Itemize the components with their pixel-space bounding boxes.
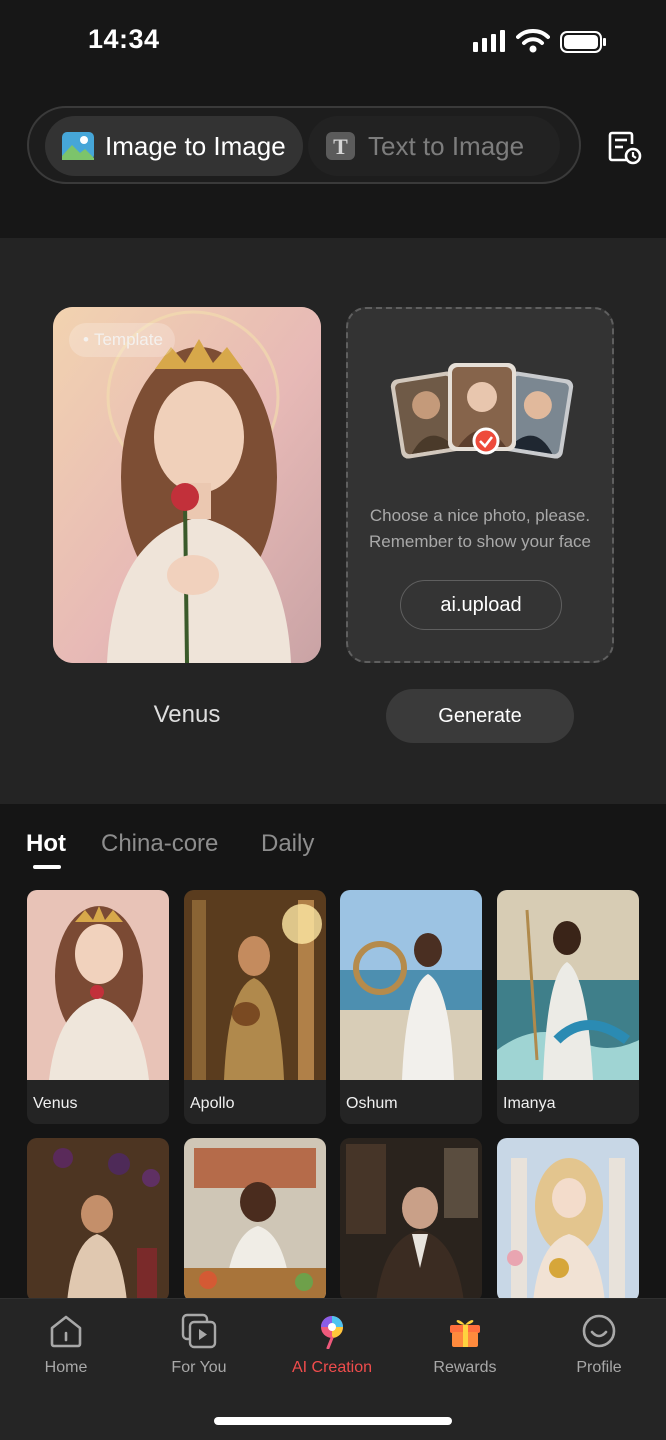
template-caption: Oshum	[346, 1095, 398, 1112]
home-indicator	[214, 1417, 452, 1425]
template-card[interactable]	[497, 1138, 639, 1302]
princess-thumbnail	[497, 1138, 639, 1302]
top-header: Image to Image T Text to Image	[0, 90, 666, 238]
history-icon[interactable]	[606, 130, 642, 166]
category-section: Hot China-core Daily Venus Apollo Oshum …	[0, 804, 666, 1302]
battery-icon	[560, 31, 606, 53]
gentleman-thumbnail	[340, 1138, 482, 1302]
status-bar: 14:34	[0, 0, 666, 90]
template-card[interactable]	[27, 1138, 169, 1302]
status-time: 14:34	[88, 24, 160, 54]
market-thumbnail	[184, 1138, 326, 1302]
imanya-thumbnail	[497, 890, 639, 1080]
mode-switch: Image to Image T Text to Image	[27, 106, 581, 184]
text-icon: T	[326, 132, 355, 160]
template-card[interactable]	[340, 1138, 482, 1302]
category-tab-hot[interactable]: Hot	[26, 830, 66, 858]
template-venus[interactable]: Venus	[27, 890, 169, 1124]
upload-card[interactable]: Choose a nice photo, please. Remember to…	[346, 307, 614, 663]
apollo-thumbnail	[184, 890, 326, 1080]
tab-label: Image to Image	[105, 130, 286, 161]
template-apollo[interactable]: Apollo	[184, 890, 326, 1124]
nav-for-you[interactable]: For You	[139, 1313, 259, 1383]
oshum-thumbnail	[340, 890, 482, 1080]
nav-label: Home	[44, 1359, 88, 1376]
template-card[interactable]	[184, 1138, 326, 1302]
venus-template-image	[53, 307, 321, 663]
template-caption: Imanya	[503, 1095, 556, 1112]
nav-label: Profile	[576, 1359, 622, 1376]
upload-hint: Choose a nice photo, please. Remember to…	[348, 503, 612, 555]
signal-icon	[473, 30, 505, 52]
gift-icon	[450, 1320, 480, 1347]
template-oshum[interactable]: Oshum	[340, 890, 482, 1124]
sample-photos-icon	[390, 363, 574, 459]
upload-hint-line: Remember to show your face	[368, 532, 592, 551]
template-card[interactable]: Template	[53, 307, 321, 663]
template-caption: Apollo	[190, 1095, 235, 1112]
svg-text:T: T	[333, 134, 348, 159]
template-badge: Template	[69, 323, 175, 357]
generate-button[interactable]: Generate	[386, 689, 574, 743]
upload-button[interactable]: ai.upload	[400, 580, 562, 630]
image-icon	[62, 132, 94, 160]
for-you-icon	[181, 1313, 217, 1349]
nav-rewards[interactable]: Rewards	[405, 1313, 525, 1383]
home-icon	[50, 1315, 82, 1348]
venus-thumbnail	[27, 890, 169, 1080]
bottom-nav: Home For You AI Creation Rewards Profile	[0, 1298, 666, 1440]
nav-label: Rewards	[433, 1359, 497, 1376]
tab-image-to-image[interactable]: Image to Image	[45, 116, 303, 176]
nav-label: For You	[171, 1359, 227, 1376]
nav-label: AI Creation	[291, 1359, 373, 1376]
template-caption: Venus	[33, 1095, 78, 1112]
tab-label: Text to Image	[368, 130, 525, 161]
template-name: Venus	[153, 701, 221, 728]
nav-home[interactable]: Home	[6, 1313, 126, 1383]
creation-panel: Template Choose a nice photo,	[0, 238, 666, 804]
dionysus-thumbnail	[27, 1138, 169, 1302]
profile-icon	[582, 1314, 616, 1348]
ai-creation-icon	[321, 1316, 343, 1349]
wifi-icon	[516, 29, 550, 53]
nav-profile[interactable]: Profile	[539, 1313, 659, 1383]
active-tab-indicator	[33, 865, 61, 869]
nav-ai-creation[interactable]: AI Creation	[272, 1313, 392, 1383]
template-imanya[interactable]: Imanya	[497, 890, 639, 1124]
category-tab-china-core[interactable]: China-core	[101, 830, 218, 858]
tab-text-to-image[interactable]: T Text to Image	[308, 116, 560, 176]
category-tab-daily[interactable]: Daily	[261, 830, 314, 858]
upload-hint-line: Choose a nice photo, please.	[369, 506, 591, 525]
